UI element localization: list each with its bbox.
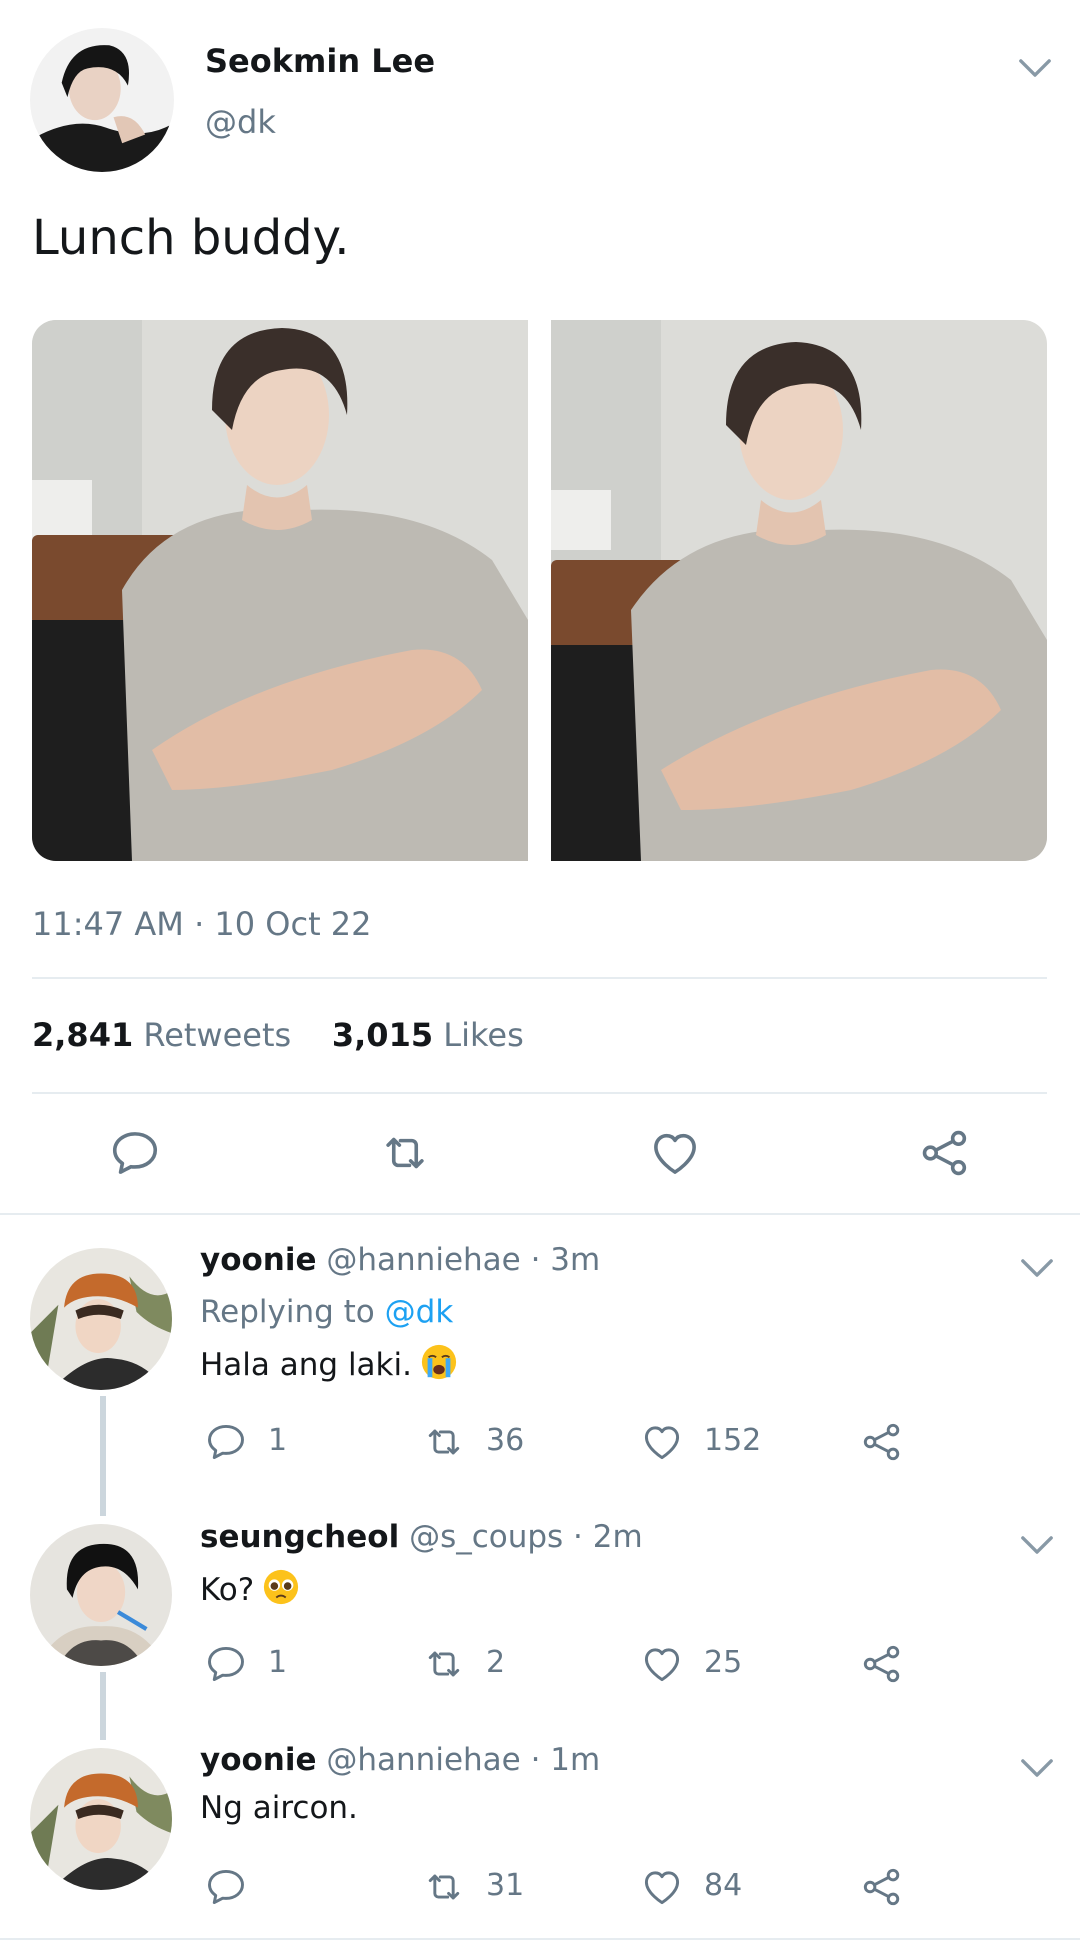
tweet-timestamp: 11:47 AM · 10 Oct 22	[32, 905, 372, 943]
reply-avatar[interactable]	[30, 1248, 172, 1390]
retweet-count: 36	[486, 1423, 525, 1458]
reply-author-name[interactable]: yoonie	[200, 1242, 317, 1278]
tweet-photo-2[interactable]	[551, 320, 1047, 861]
reply-meta: @hanniehae · 3m	[326, 1242, 601, 1278]
reply-meta: @hanniehae · 1m	[326, 1742, 601, 1778]
reply-avatar[interactable]	[30, 1524, 172, 1666]
replying-to: Replying to @dk	[200, 1294, 454, 1330]
retweet-icon[interactable]	[422, 1420, 466, 1464]
like-count: 25	[704, 1645, 743, 1680]
retweet-icon[interactable]	[422, 1642, 466, 1686]
chevron-down-icon[interactable]	[1018, 58, 1052, 78]
like-icon[interactable]	[640, 1865, 684, 1909]
reply-text: Hala ang laki.	[200, 1343, 458, 1383]
share-icon[interactable]	[860, 1420, 904, 1464]
reply-text: Ng aircon.	[200, 1790, 358, 1826]
reply-icon[interactable]	[108, 1126, 162, 1180]
chevron-down-icon[interactable]	[1020, 1535, 1054, 1555]
like-icon[interactable]	[640, 1642, 684, 1686]
pleading-face-icon	[262, 1568, 300, 1606]
author-handle[interactable]: @dk	[205, 103, 276, 141]
replying-to-link[interactable]: @dk	[385, 1294, 454, 1330]
share-icon[interactable]	[918, 1126, 972, 1180]
like-icon[interactable]	[640, 1420, 684, 1464]
reply-meta: @s_coups · 2m	[409, 1519, 643, 1555]
author-avatar[interactable]	[30, 28, 174, 172]
thread-line	[100, 1672, 106, 1740]
reply-header: yoonie @hanniehae · 1m	[200, 1742, 600, 1778]
retweet-icon[interactable]	[378, 1126, 432, 1180]
reply-count: 1	[268, 1645, 288, 1680]
author-name[interactable]: Seokmin Lee	[205, 42, 435, 80]
like-icon[interactable]	[648, 1126, 702, 1180]
reply-count: 1	[268, 1423, 288, 1458]
share-icon[interactable]	[860, 1865, 904, 1909]
reply-header: yoonie @hanniehae · 3m	[200, 1242, 600, 1278]
like-count: 84	[704, 1868, 743, 1903]
reply-avatar[interactable]	[30, 1748, 172, 1890]
tweet-text: Lunch buddy.	[32, 210, 350, 266]
thread-line	[100, 1396, 106, 1516]
retweets-stat[interactable]: 2,841 Retweets	[32, 1016, 291, 1054]
retweet-count: 31	[486, 1868, 525, 1903]
reply-author-name[interactable]: seungcheol	[200, 1519, 399, 1555]
divider	[32, 1092, 1047, 1094]
chevron-down-icon[interactable]	[1020, 1258, 1054, 1278]
divider	[0, 1938, 1080, 1940]
reply-icon[interactable]	[204, 1420, 248, 1464]
tweet-stats: 2,841 Retweets 3,015 Likes	[32, 1016, 524, 1054]
reply-text: Ko?	[200, 1568, 300, 1608]
divider	[0, 1213, 1080, 1215]
tweet-photo-1[interactable]	[32, 320, 528, 861]
retweet-count: 2	[486, 1645, 506, 1680]
loudly-crying-face-icon	[420, 1343, 458, 1381]
likes-stat[interactable]: 3,015 Likes	[332, 1016, 524, 1054]
reply-author-name[interactable]: yoonie	[200, 1742, 317, 1778]
like-count: 152	[704, 1423, 762, 1458]
retweet-icon[interactable]	[422, 1865, 466, 1909]
reply-icon[interactable]	[204, 1642, 248, 1686]
reply-header: seungcheol @s_coups · 2m	[200, 1519, 643, 1555]
chevron-down-icon[interactable]	[1020, 1758, 1054, 1778]
reply-icon[interactable]	[204, 1865, 248, 1909]
divider	[32, 977, 1047, 979]
share-icon[interactable]	[860, 1642, 904, 1686]
